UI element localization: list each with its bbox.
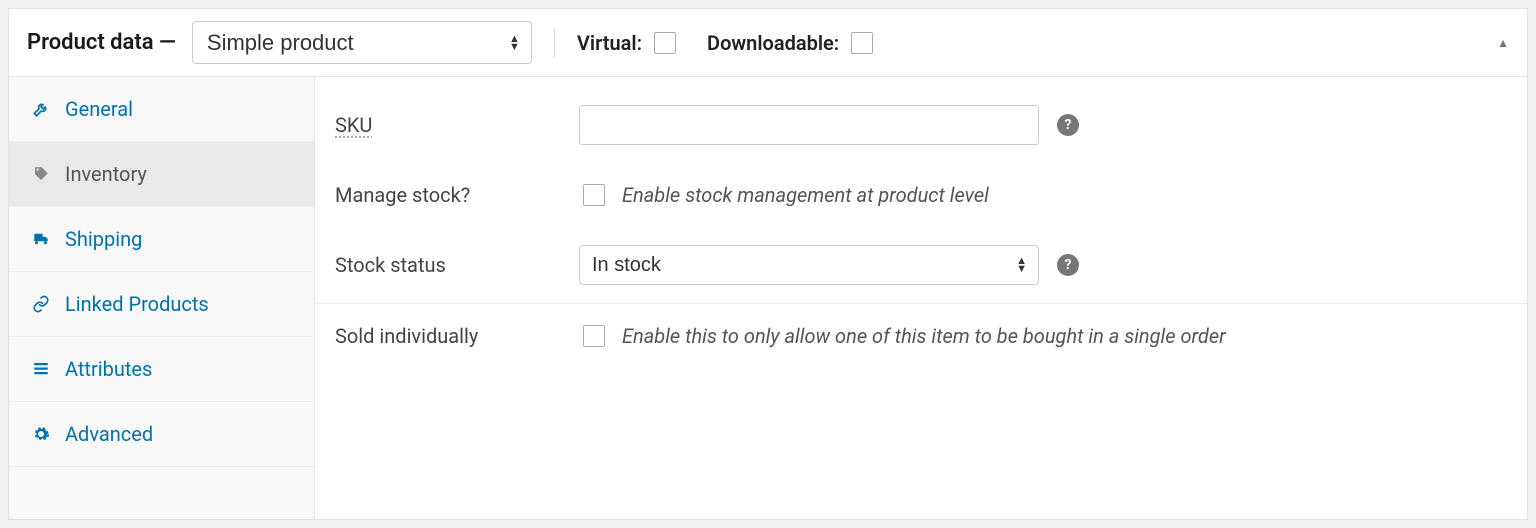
gear-icon — [31, 425, 51, 443]
tab-attributes-label: Attributes — [65, 357, 152, 381]
help-icon[interactable]: ? — [1057, 254, 1079, 276]
sku-label: SKU — [335, 113, 579, 137]
manage-stock-row: Manage stock? Enable stock management at… — [315, 163, 1527, 227]
sku-row: SKU ? — [315, 87, 1527, 163]
sold-individually-label: Sold individually — [335, 324, 579, 348]
sold-individually-desc: Enable this to only allow one of this it… — [622, 324, 1226, 348]
product-type-select-wrap: Simple product ▲▼ — [192, 21, 532, 64]
downloadable-label: Downloadable: — [707, 31, 839, 55]
panel-title: Product data — — [27, 30, 176, 55]
tab-inventory[interactable]: Inventory — [9, 142, 314, 207]
tab-shipping-label: Shipping — [65, 227, 142, 251]
product-data-postbox: Product data — Simple product ▲▼ Virtual… — [8, 8, 1528, 520]
stock-status-label: Stock status — [335, 253, 579, 277]
list-icon — [31, 360, 51, 378]
downloadable-option: Downloadable: — [707, 29, 876, 57]
collapse-toggle-icon[interactable]: ▲ — [1497, 36, 1509, 50]
virtual-checkbox[interactable] — [654, 32, 676, 54]
product-type-select[interactable]: Simple product — [192, 21, 532, 64]
product-data-tabs: General Inventory Shipping Linked Produc… — [9, 77, 315, 519]
virtual-option: Virtual: — [577, 29, 679, 57]
truck-icon — [31, 230, 51, 248]
header-divider — [554, 28, 555, 58]
tab-advanced[interactable]: Advanced — [9, 402, 314, 467]
tab-linked-label: Linked Products — [65, 292, 209, 316]
wrench-icon — [31, 100, 51, 118]
manage-stock-label: Manage stock? — [335, 183, 579, 207]
inventory-panel: SKU ? Manage stock? Enable stock managem… — [315, 77, 1527, 519]
downloadable-checkbox[interactable] — [851, 32, 873, 54]
postbox-body: General Inventory Shipping Linked Produc… — [9, 77, 1527, 519]
stock-status-select-wrap: In stock ▲▼ — [579, 245, 1039, 285]
help-icon[interactable]: ? — [1057, 114, 1079, 136]
tab-general-label: General — [65, 97, 133, 121]
stock-status-select[interactable]: In stock — [579, 245, 1039, 285]
stock-status-row: Stock status In stock ▲▼ ? — [315, 227, 1527, 304]
tab-shipping[interactable]: Shipping — [9, 207, 314, 272]
sold-individually-row: Sold individually Enable this to only al… — [315, 304, 1527, 368]
tab-general[interactable]: General — [9, 77, 314, 142]
tab-advanced-label: Advanced — [65, 422, 153, 446]
virtual-label: Virtual: — [577, 31, 642, 55]
tag-icon — [31, 165, 51, 183]
sku-input[interactable] — [579, 105, 1039, 145]
tab-attributes[interactable]: Attributes — [9, 337, 314, 402]
manage-stock-checkbox[interactable] — [583, 184, 605, 206]
link-icon — [31, 295, 51, 313]
tab-inventory-label: Inventory — [65, 162, 147, 186]
postbox-header: Product data — Simple product ▲▼ Virtual… — [9, 9, 1527, 77]
sold-individually-checkbox[interactable] — [583, 325, 605, 347]
manage-stock-desc: Enable stock management at product level — [622, 183, 989, 207]
tab-linked-products[interactable]: Linked Products — [9, 272, 314, 337]
